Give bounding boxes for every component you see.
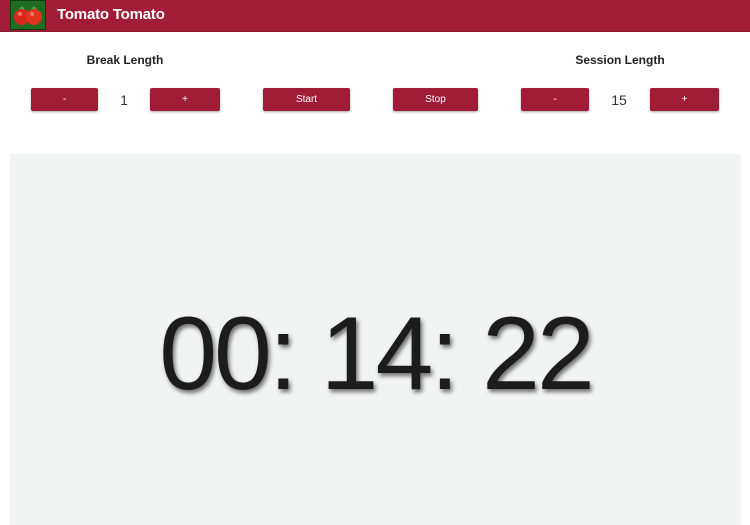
start-button[interactable]: Start	[263, 88, 350, 111]
session-increment-button[interactable]: +	[650, 88, 719, 111]
timer-panel: 00: 14: 22	[10, 154, 741, 525]
session-decrement-button[interactable]: -	[521, 88, 589, 111]
session-length-value: 15	[611, 92, 627, 108]
break-increment-button[interactable]: +	[150, 88, 220, 111]
break-decrement-button[interactable]: -	[31, 88, 98, 111]
session-length-label: Session Length	[575, 53, 665, 67]
timer-display: 00: 14: 22	[159, 296, 595, 412]
tomato-logo-icon[interactable]	[10, 0, 46, 30]
stop-button[interactable]: Stop	[393, 88, 478, 111]
break-length-label: Break Length	[86, 53, 164, 67]
navbar: Tomato Tomato	[0, 0, 750, 32]
break-length-value: 1	[120, 92, 128, 108]
app-title[interactable]: Tomato Tomato	[57, 6, 165, 24]
